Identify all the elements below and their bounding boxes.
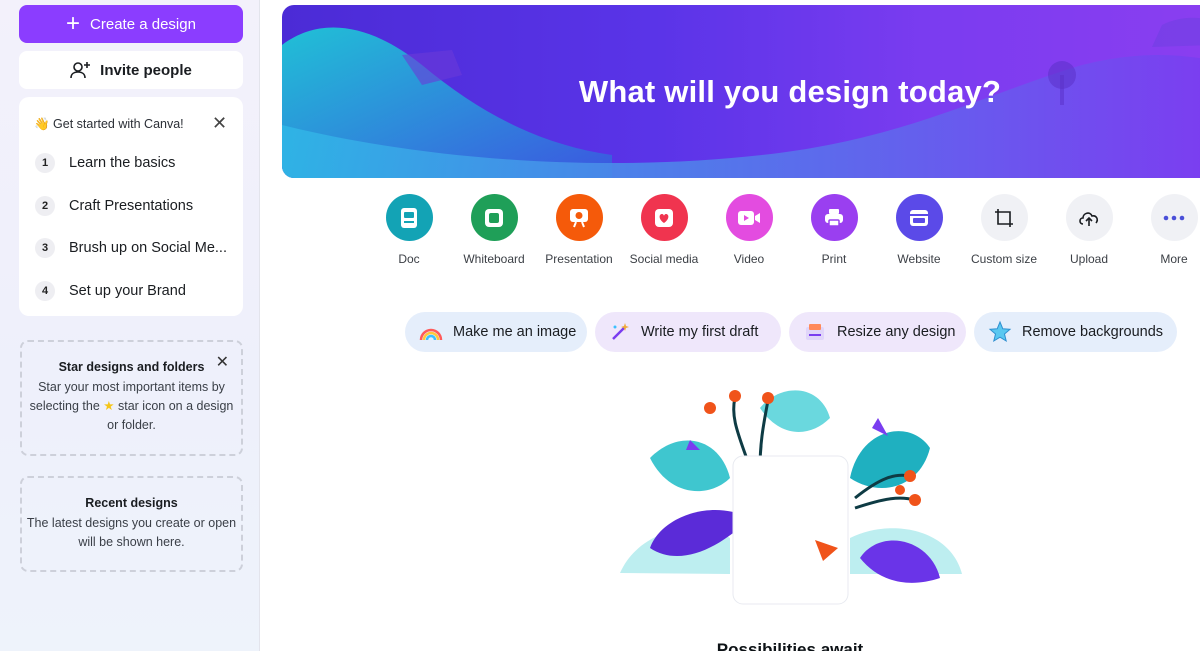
design-type-label: Doc: [398, 252, 420, 266]
star-card-text-2b: star icon on a design: [118, 399, 234, 413]
prompt-make-image-button[interactable]: Make me an image: [405, 312, 587, 352]
printer-icon: [810, 194, 858, 241]
design-type-whiteboard[interactable]: Whiteboard: [452, 194, 536, 266]
star-card-text-2a: selecting the: [29, 399, 100, 413]
add-person-icon: [70, 62, 91, 79]
prompt-label: Make me an image: [453, 324, 577, 340]
close-icon[interactable]: ✕: [216, 352, 229, 372]
step-label: Craft Presentations: [69, 198, 194, 214]
prompt-label: Remove backgrounds: [1022, 324, 1164, 340]
recent-card-title: Recent designs: [85, 496, 178, 510]
design-type-row: Doc Whiteboard Presentation Social media…: [367, 194, 1200, 274]
create-design-button[interactable]: + Create a design: [19, 5, 243, 43]
whiteboard-icon: [470, 194, 518, 241]
invite-people-button[interactable]: Invite people: [19, 51, 243, 89]
design-type-more[interactable]: More: [1132, 194, 1200, 266]
prompt-label: Write my first draft: [641, 324, 759, 340]
star-icon: [988, 320, 1012, 343]
star-icon: ★: [103, 399, 115, 413]
empty-state-illustration: [620, 390, 962, 605]
step-number: 4: [35, 281, 55, 301]
step-label: Brush up on Social Me...: [69, 240, 227, 256]
website-icon: [895, 194, 943, 241]
step-label: Set up your Brand: [69, 283, 186, 299]
doc-icon: [385, 194, 433, 241]
design-type-label: Presentation: [545, 252, 613, 266]
step-social-media[interactable]: 3 Brush up on Social Me...: [35, 235, 235, 261]
step-craft-presentations[interactable]: 2 Craft Presentations: [35, 193, 235, 219]
design-type-label: Custom size: [970, 252, 1038, 266]
star-card-text-2: selecting the ★ star icon on a design: [22, 397, 241, 416]
step-learn-basics[interactable]: 1 Learn the basics: [35, 150, 235, 176]
hero-title: What will you design today?: [578, 74, 1002, 109]
design-type-print[interactable]: Print: [792, 194, 876, 266]
prompt-remove-backgrounds-button[interactable]: Remove backgrounds: [974, 312, 1177, 352]
create-design-label: Create a design: [90, 15, 196, 33]
prompt-resize-button[interactable]: Resize any design: [789, 312, 966, 352]
sidebar: + Create a design Invite people 👋 Get st…: [0, 0, 260, 651]
design-type-label: Whiteboard: [463, 252, 525, 266]
step-brand[interactable]: 4 Set up your Brand: [35, 278, 235, 304]
design-type-website[interactable]: Website: [877, 194, 961, 266]
step-number: 2: [35, 196, 55, 216]
get-started-card: 👋 Get started with Canva! ✕ 1 Learn the …: [19, 97, 243, 316]
design-type-label: Website: [897, 252, 941, 266]
prompt-label: Resize any design: [837, 324, 956, 340]
empty-state-title: Possibilities await: [716, 640, 864, 651]
design-type-upload[interactable]: Upload: [1047, 194, 1131, 266]
video-icon: [725, 194, 773, 241]
presentation-icon: [555, 194, 603, 241]
step-number: 1: [35, 153, 55, 173]
resize-icon: [806, 324, 824, 340]
design-type-label: More: [1160, 252, 1188, 266]
design-type-label: Video: [733, 252, 765, 266]
close-icon[interactable]: ✕: [212, 113, 227, 134]
recent-card-text-2: will be shown here.: [78, 535, 185, 549]
invite-people-label: Invite people: [100, 61, 192, 79]
get-started-title: 👋 Get started with Canva!: [34, 117, 184, 131]
upload-cloud-icon: [1065, 194, 1113, 241]
design-type-custom-size[interactable]: Custom size: [962, 194, 1046, 266]
star-designs-card: ✕ Star designs and folders Star your mos…: [20, 340, 243, 456]
design-type-label: Print: [821, 252, 847, 266]
design-type-label: Social media: [629, 252, 699, 266]
hero-banner: What will you design today?: [282, 5, 1200, 178]
recent-card-text-1: The latest designs you create or open: [26, 516, 237, 530]
prompt-write-draft-button[interactable]: Write my first draft: [595, 312, 781, 352]
magic-wand-icon: [612, 323, 629, 340]
recent-designs-card: Recent designs The latest designs you cr…: [20, 476, 243, 572]
step-label: Learn the basics: [69, 155, 176, 171]
star-card-text-3: or folder.: [107, 418, 156, 432]
plus-icon: +: [66, 10, 81, 37]
step-number: 3: [35, 238, 55, 258]
rainbow-icon: [419, 328, 443, 341]
design-type-social-media[interactable]: Social media: [622, 194, 706, 266]
design-type-presentation[interactable]: Presentation: [537, 194, 621, 266]
design-type-doc[interactable]: Doc: [367, 194, 451, 266]
star-card-text-1: Star your most important items by: [38, 380, 225, 394]
design-type-video[interactable]: Video: [707, 194, 791, 266]
heart-icon: [640, 194, 688, 241]
more-dots-icon: [1150, 194, 1198, 241]
crop-icon: [980, 194, 1028, 241]
design-type-label: Upload: [1069, 252, 1109, 266]
star-card-title: Star designs and folders: [58, 360, 205, 374]
